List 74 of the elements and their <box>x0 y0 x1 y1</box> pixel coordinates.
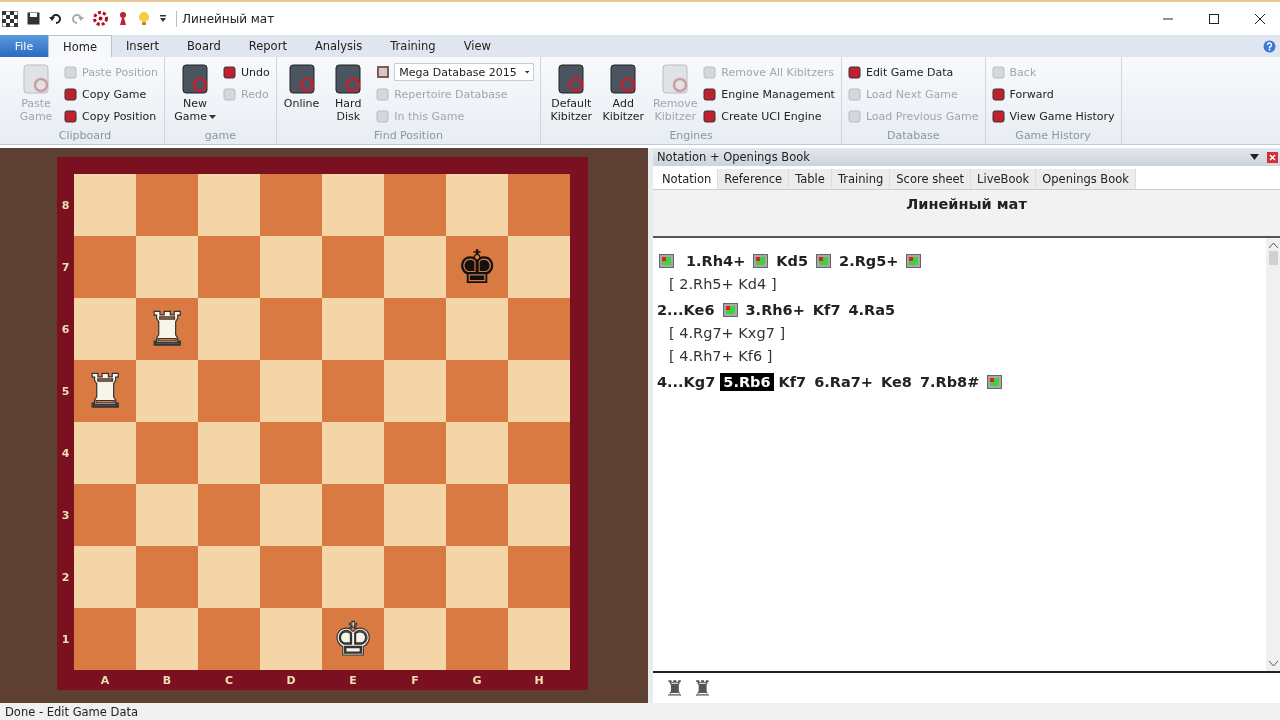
panel-tab[interactable]: Reference <box>718 169 790 189</box>
move[interactable]: 4...Kg7 <box>654 372 719 391</box>
ribbon-button[interactable]: Add Kibitzer <box>599 61 648 129</box>
ribbon-button[interactable]: Online <box>282 61 321 129</box>
ribbon-tab[interactable]: Training <box>376 35 450 57</box>
file-label: B <box>161 672 173 689</box>
ribbon-button[interactable]: Default Kibitzer <box>547 61 596 129</box>
group-label: Database <box>886 129 941 144</box>
ribbon-button[interactable]: View Game History <box>991 107 1115 125</box>
rank-label: 8 <box>60 197 71 214</box>
variation-line[interactable]: [ 4.Rg7+ Kxg7 ] <box>669 324 786 341</box>
group-label: game <box>203 129 237 144</box>
rank-label: 3 <box>60 507 71 524</box>
game-title: Линейный мат <box>906 196 1027 212</box>
panel-tab[interactable]: Score sheet <box>890 169 972 189</box>
ribbon-tab[interactable]: View <box>449 35 505 57</box>
file-label: H <box>533 672 545 689</box>
group-label: Game History <box>1014 129 1092 144</box>
ribbon-tab[interactable]: Home <box>48 35 112 57</box>
file-label: A <box>99 672 111 689</box>
ribbon-button[interactable]: Create UCI Engine <box>703 107 835 125</box>
file-label: C <box>223 672 235 689</box>
variation-line[interactable]: [ 4.Rh7+ Kf6 ] <box>669 347 773 364</box>
panel-tab[interactable]: Openings Book <box>1036 169 1136 189</box>
move[interactable]: 2...Ke6 <box>654 300 718 319</box>
file-label: G <box>471 672 483 689</box>
rank-label: 4 <box>60 445 71 462</box>
rank-label: 6 <box>60 321 71 338</box>
captured-piece: ♜ <box>692 675 713 701</box>
file-label: F <box>410 672 420 689</box>
group-label: Clipboard <box>57 129 113 144</box>
move[interactable]: 3.Rh6+ <box>742 300 808 319</box>
ribbon-button[interactable]: New Game <box>171 61 220 129</box>
window-title: Линейный мат <box>182 11 275 26</box>
move[interactable]: 6.Ra7+ <box>811 372 876 391</box>
ribbon-button[interactable]: Engine Management <box>703 85 835 103</box>
ribbon-button[interactable]: Copy Game <box>64 85 159 103</box>
file-label: E <box>348 672 358 689</box>
rank-label: 1 <box>60 631 71 648</box>
move[interactable]: 7.Rb8# <box>916 372 983 391</box>
panel-tab[interactable]: LiveBook <box>971 169 1037 189</box>
panel-title: Notation + Openings Book <box>657 150 810 164</box>
ribbon-tab[interactable]: Insert <box>111 35 173 57</box>
ribbon-button[interactable]: Forward <box>991 85 1115 103</box>
variation-line[interactable]: [ 2.Rh5+ Kd4 ] <box>669 275 777 292</box>
file-menu-button[interactable]: File <box>0 35 48 57</box>
ribbon-button[interactable]: Copy Position <box>64 107 159 125</box>
ribbon-button[interactable]: Edit Game Data <box>847 63 979 81</box>
move[interactable]: 5.Rb6 <box>720 372 774 391</box>
panel-tab[interactable]: Training <box>831 169 891 189</box>
ribbon-button[interactable]: Undo <box>223 63 270 81</box>
board-square[interactable]: ♚ <box>446 236 508 298</box>
file-label: D <box>285 672 297 689</box>
move[interactable]: Kf7 <box>775 372 810 391</box>
ribbon-tab[interactable]: Report <box>234 35 301 57</box>
ribbon-button[interactable]: Hard Disk <box>324 61 373 129</box>
status-text: Done - Edit Game Data <box>5 704 138 719</box>
move[interactable]: 4.Ra5 <box>845 300 899 319</box>
panel-tab[interactable]: Table <box>789 169 832 189</box>
ribbon-tab[interactable]: Analysis <box>300 35 377 57</box>
move[interactable]: Ke8 <box>878 372 915 391</box>
group-label: Engines <box>668 129 714 144</box>
database-dropdown[interactable]: Mega Database 2015 <box>394 63 535 81</box>
move[interactable]: Kd5 <box>773 251 812 270</box>
move[interactable]: 2.Rg5+ <box>836 251 902 270</box>
captured-piece: ♜ <box>665 675 685 701</box>
chess-piece[interactable]: ♚ <box>456 244 498 290</box>
rank-label: 2 <box>60 569 71 586</box>
move[interactable]: 1.Rh4+ <box>683 251 749 270</box>
rank-label: 7 <box>60 259 71 276</box>
move[interactable]: Kf7 <box>809 300 844 319</box>
group-label: Find Position <box>373 129 444 144</box>
ribbon-tab[interactable]: Board <box>172 35 235 57</box>
rank-label: 5 <box>60 383 71 400</box>
